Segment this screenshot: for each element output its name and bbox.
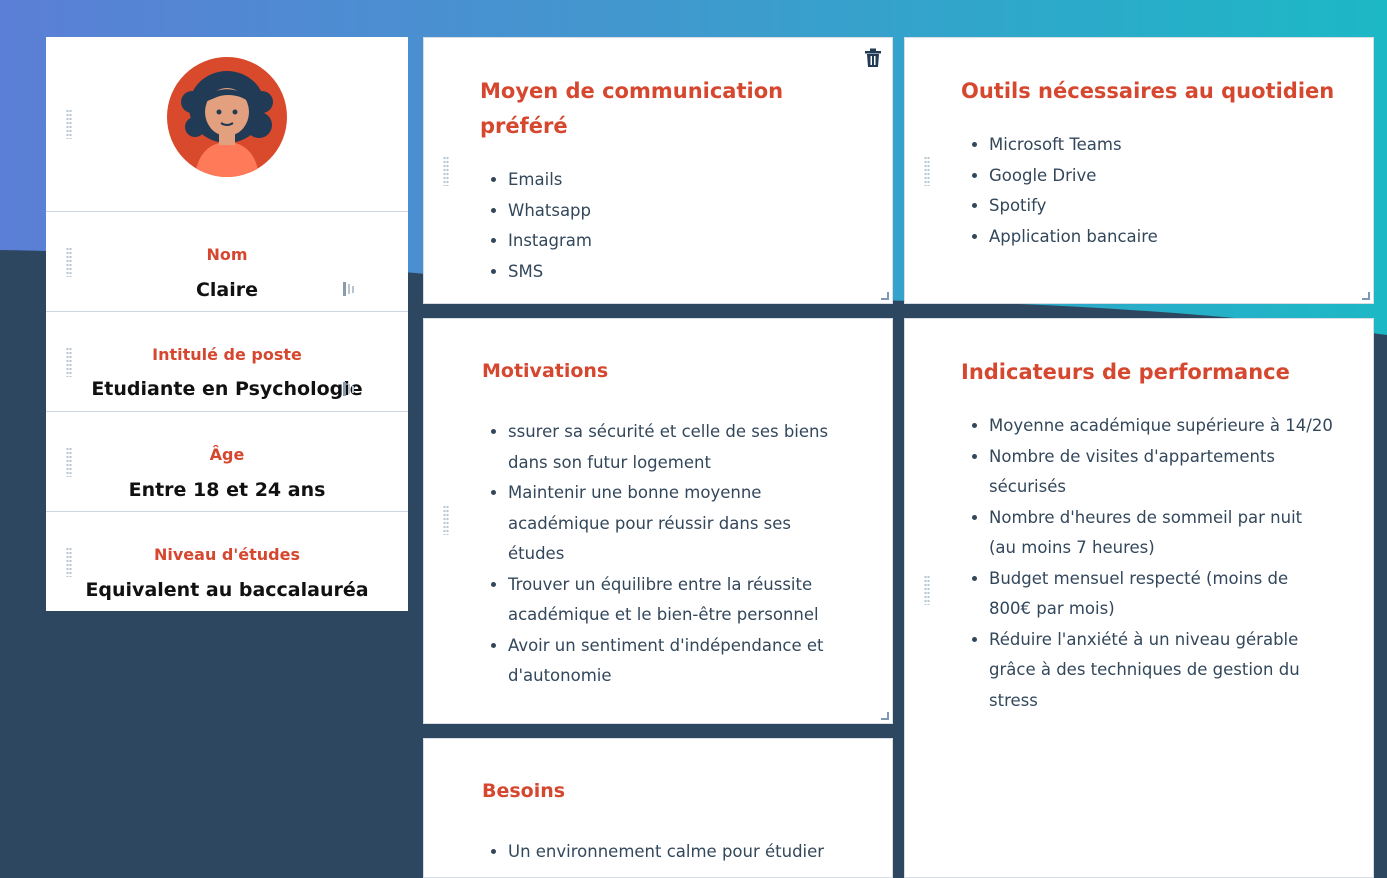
field-label-education: Niveau d'études <box>154 545 300 564</box>
list-item: Microsoft Teams <box>989 130 1341 161</box>
drag-handle[interactable] <box>924 156 930 186</box>
list-item: Maintenir une bonne moyenne académique p… <box>508 478 852 570</box>
list-item: Moyenne académique supérieure à 14/20 <box>989 411 1333 442</box>
profile-divider <box>46 411 408 412</box>
trash-icon[interactable] <box>864 48 882 68</box>
communication-card: Moyen de communication préféré Emails Wh… <box>423 37 893 304</box>
list-item: Réduire l'anxiété à un niveau gérable gr… <box>989 625 1333 717</box>
list-item: Nombre d'heures de sommeil par nuit (au … <box>989 503 1333 564</box>
resize-handle[interactable] <box>881 712 889 720</box>
drag-handle[interactable] <box>924 575 930 605</box>
edit-icon[interactable] <box>342 281 356 297</box>
list-item: Google Drive <box>989 161 1341 192</box>
list-item: Whatsapp <box>508 196 810 227</box>
card-title: Outils nécessaires au quotidien <box>961 79 1335 103</box>
avatar-illustration-icon <box>181 71 273 177</box>
needs-card: Besoins Un environnement calme pour étud… <box>423 738 893 878</box>
profile-card: Nom Claire Intitulé de poste Etudiante e… <box>46 37 408 611</box>
list-item: Emails <box>508 165 810 196</box>
tools-card: Outils nécessaires au quotidien Microsof… <box>904 37 1374 304</box>
list-item: SMS <box>508 257 810 288</box>
avatar <box>167 57 287 177</box>
card-title: Indicateurs de performance <box>961 360 1290 384</box>
list-item: Application bancaire <box>989 222 1341 253</box>
drag-handle[interactable] <box>443 505 449 535</box>
motivations-card: Motivations ssurer sa sécurité et celle … <box>423 318 893 724</box>
list-item: Avoir un sentiment d'indépendance et d'a… <box>508 631 852 692</box>
profile-divider <box>46 511 408 512</box>
card-title: Motivations <box>482 360 609 382</box>
tools-list: Microsoft Teams Google Drive Spotify App… <box>961 130 1341 252</box>
list-item: ssurer sa sécurité et celle de ses biens… <box>508 417 852 478</box>
drag-handle[interactable] <box>443 156 449 186</box>
profile-divider <box>46 211 408 212</box>
field-label-age: Âge <box>209 445 245 464</box>
card-title: Besoins <box>482 780 566 802</box>
profile-divider <box>46 311 408 312</box>
field-value-education[interactable]: Equivalent au baccalauréa <box>46 579 408 601</box>
field-label-job-title: Intitulé de poste <box>152 345 302 364</box>
motivations-list: ssurer sa sécurité et celle de ses biens… <box>482 417 852 692</box>
drag-handle[interactable] <box>66 109 72 139</box>
list-item: Nombre de visites d'appartements sécuris… <box>989 442 1333 503</box>
list-item: Un environnement calme pour étudier <box>508 837 862 868</box>
kpis-card: Indicateurs de performance Moyenne acadé… <box>904 318 1374 878</box>
edit-icon[interactable] <box>342 381 356 397</box>
needs-list: Un environnement calme pour étudier <box>482 837 862 868</box>
field-label-name: Nom <box>206 245 248 264</box>
field-value-age[interactable]: Entre 18 et 24 ans <box>46 479 408 501</box>
card-title: Moyen de communication préféré <box>480 79 784 138</box>
communication-list: Emails Whatsapp Instagram SMS <box>480 165 810 287</box>
resize-handle[interactable] <box>881 292 889 300</box>
list-item: Spotify <box>989 191 1341 222</box>
list-item: Instagram <box>508 226 810 257</box>
resize-handle[interactable] <box>1362 292 1370 300</box>
list-item: Trouver un équilibre entre la réussite a… <box>508 570 852 631</box>
list-item: Budget mensuel respecté (moins de 800€ p… <box>989 564 1333 625</box>
kpis-list: Moyenne académique supérieure à 14/20 No… <box>961 411 1333 716</box>
